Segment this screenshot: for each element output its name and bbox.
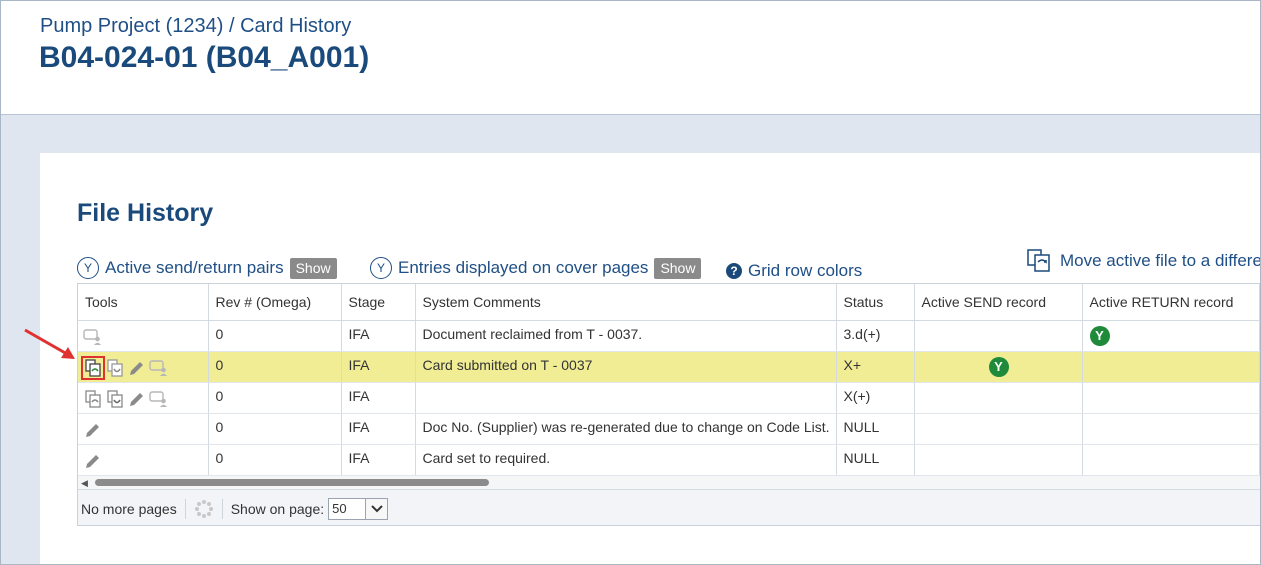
file-history-panel: File History Y Active send/return pairs … [40,153,1261,564]
send-cell [914,320,1083,352]
rev-cell: 0 [208,413,342,445]
column-header-comments[interactable]: System Comments [415,284,837,321]
cover-pages-label: Entries displayed on cover pages [398,258,649,277]
copy-file-icon[interactable] [81,355,105,380]
send-cell [914,444,1083,476]
comment-cell [415,382,837,414]
horizontal-scrollbar[interactable]: ◀ [78,475,1260,489]
active-return-badge: Y [1089,325,1110,346]
rev-cell: 0 [208,382,342,414]
return-file-icon[interactable] [105,389,125,409]
rev-cell: 0 [208,320,342,352]
send-cell: Y [914,351,1083,383]
legend-active-pairs: Y Active send/return pairs Show [77,256,337,280]
file-history-grid: Tools Rev # (Omega) Stage System Comment… [77,283,1260,526]
return-cell [1082,413,1260,445]
column-header-rev[interactable]: Rev # (Omega) [208,284,342,321]
comment-cell: Card set to required. [415,444,837,476]
column-header-send[interactable]: Active SEND record [914,284,1083,321]
stage-cell: IFA [341,351,416,383]
return-cell [1082,444,1260,476]
column-header-return[interactable]: Active RETURN record [1082,284,1260,321]
return-cell: Y [1082,320,1260,352]
question-icon: ? [726,263,742,279]
show-pairs-button[interactable]: Show [289,257,337,279]
y-circle-icon: Y [370,257,392,279]
copy-file-icon[interactable] [83,389,103,409]
stage-cell: IFA [341,413,416,445]
chevron-down-icon[interactable] [365,498,388,519]
move-file-icon [1027,249,1050,272]
active-send-badge: Y [988,356,1009,377]
stage-cell: IFA [341,382,416,414]
show-cover-button[interactable]: Show [654,257,702,279]
pager-divider [184,498,186,519]
move-active-file-label: Move active file to a differe [1060,251,1261,270]
pager-bar: No more pages Show on page: 50 [78,489,1260,525]
rev-cell: 0 [208,444,342,476]
pager-divider [221,498,223,519]
column-header-stage[interactable]: Stage [341,284,416,321]
comment-user-icon[interactable] [149,389,169,409]
section-title: File History [77,199,214,227]
comment-user-icon[interactable] [149,358,169,378]
status-cell: X+ [836,351,915,383]
stage-cell: IFA [341,444,416,476]
send-cell [914,382,1083,414]
active-pairs-label: Active send/return pairs [105,258,284,277]
legend-cover-pages: Y Entries displayed on cover pages Show [370,256,702,280]
table-row[interactable]: 0 IFA Document reclaimed from T - 0037. … [78,320,1260,352]
comment-cell: Doc No. (Supplier) was re-generated due … [415,413,837,445]
page-size-select[interactable]: 50 [328,497,389,520]
no-more-pages-label: No more pages [81,500,177,517]
pencil-icon[interactable] [127,389,147,409]
move-active-file-link[interactable]: Move active file to a differe [1026,249,1261,273]
pencil-icon[interactable] [83,420,103,440]
grid-row-colors-link[interactable]: ? Grid row colors [726,259,862,283]
scrollbar-thumb[interactable] [95,479,489,486]
show-on-page-label: Show on page: [230,500,325,517]
grid-row-colors-label: Grid row colors [748,261,863,280]
table-row[interactable]: 0 IFA X(+) [78,382,1260,414]
return-cell [1082,382,1260,414]
page-frame: Pump Project (1234) / Card History B04-0… [0,0,1261,565]
page-title: B04-024-01 (B04_A001) [39,41,370,74]
rev-cell: 0 [208,351,342,383]
column-header-status[interactable]: Status [836,284,915,321]
history-table: Tools Rev # (Omega) Stage System Comment… [78,284,1260,476]
status-cell: NULL [836,444,915,476]
pencil-icon[interactable] [83,451,103,471]
pencil-icon[interactable] [127,358,147,378]
breadcrumb[interactable]: Pump Project (1234) / Card History [40,15,351,38]
return-cell [1082,351,1260,383]
annotation-arrow-icon [24,328,75,359]
table-row[interactable]: 0 IFA Card set to required. NULL [78,444,1260,476]
send-cell [914,413,1083,445]
stage-cell: IFA [341,320,416,352]
scroll-left-icon[interactable]: ◀ [81,478,88,489]
y-circle-icon: Y [77,257,99,279]
return-file-icon[interactable] [105,358,125,378]
status-cell: NULL [836,413,915,445]
table-header-row: Tools Rev # (Omega) Stage System Comment… [78,284,1260,321]
page-size-value: 50 [332,501,347,516]
page-header: Pump Project (1234) / Card History B04-0… [1,1,1260,115]
status-cell: 3.d(+) [836,320,915,352]
table-row[interactable]: 0 IFA Doc No. (Supplier) was re-generate… [78,413,1260,445]
column-header-tools[interactable]: Tools [78,284,209,321]
table-row[interactable]: 0 IFA Card submitted on T - 0037 X+ Y [78,351,1260,383]
comment-user-icon[interactable] [83,327,103,347]
comment-cell: Card submitted on T - 0037 [415,351,837,383]
status-cell: X(+) [836,382,915,414]
comment-cell: Document reclaimed from T - 0037. [415,320,837,352]
refresh-spinner-icon[interactable] [194,499,214,519]
